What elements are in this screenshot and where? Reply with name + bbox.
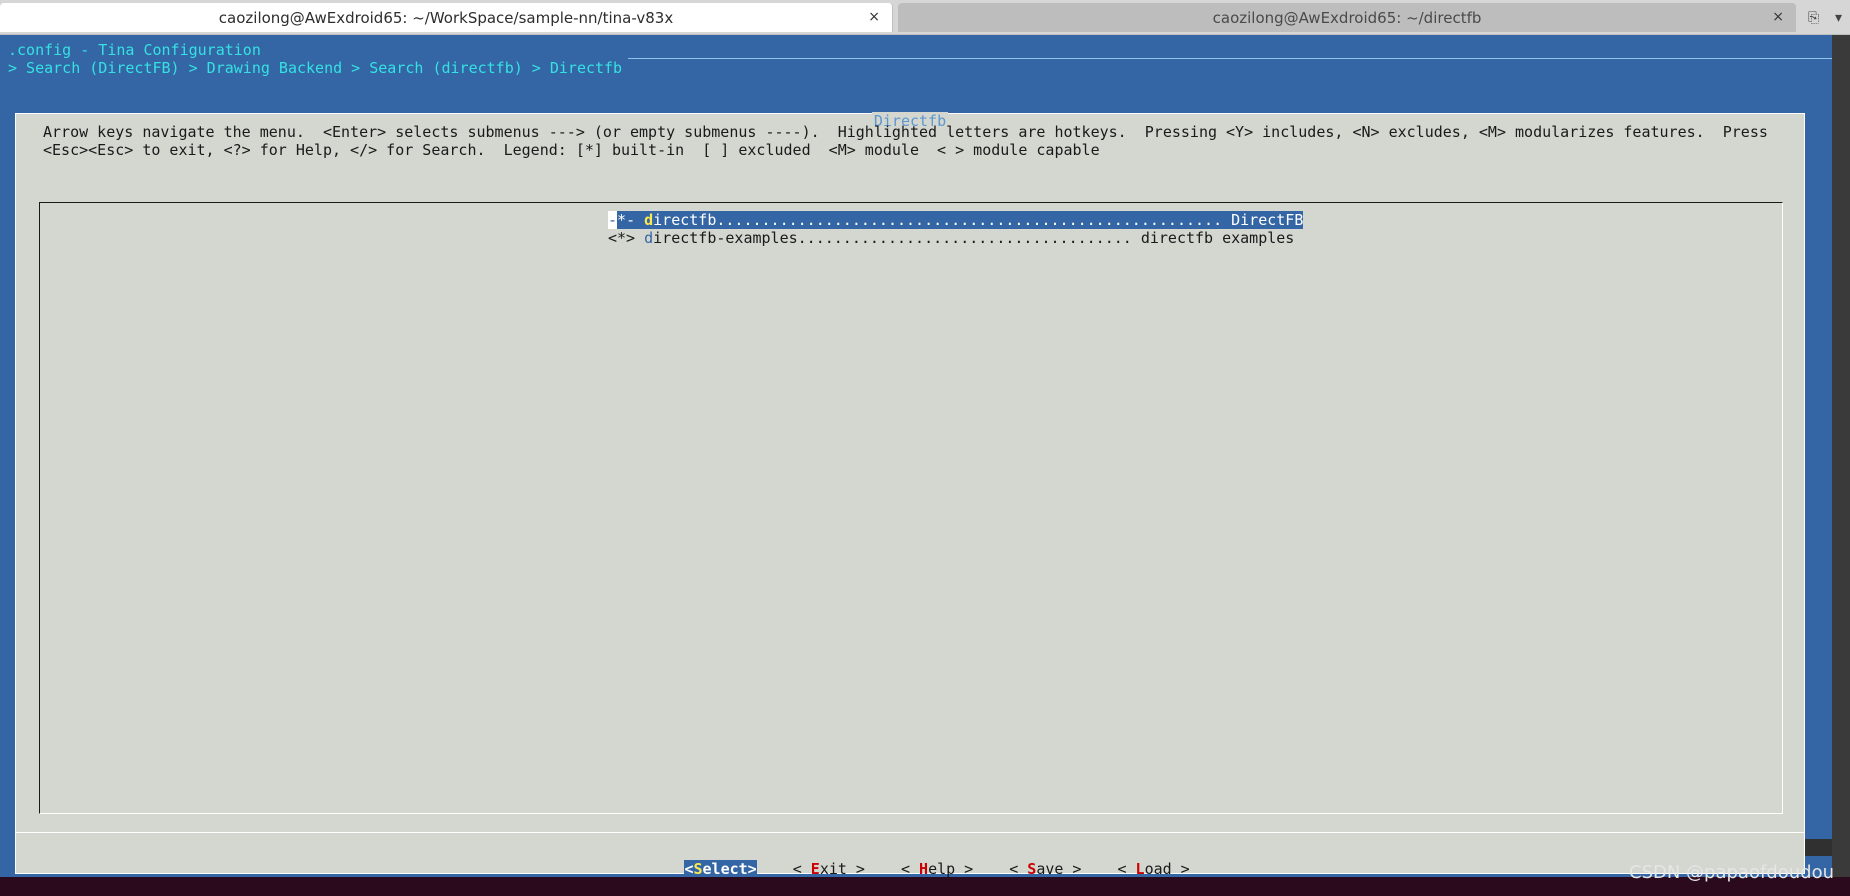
help-text-line-2: <Esc><Esc> to exit, <?> for Help, </> fo… [43,141,1100,159]
breadcrumb: > Search (DirectFB) > Drawing Backend > … [8,59,623,77]
chevron-down-icon[interactable]: ▾ [1835,10,1842,26]
help-button[interactable]: < Help > [901,860,973,878]
item-marker: * [617,211,627,229]
load-button[interactable]: < Load > [1117,860,1189,878]
menu-list: -*- directfb............................… [39,202,1783,814]
close-icon[interactable]: × [1772,9,1784,25]
terminal[interactable]: .config - Tina Configuration > Search (D… [0,35,1832,878]
menuconfig-dialog: Directfb Arrow keys navigate the menu. <… [15,112,1805,878]
tab-tools: ⎘ ▾ [1800,5,1850,31]
item-marker: <*> [608,229,645,247]
tab-title: caozilong@AwExdroid65: ~/WorkSpace/sampl… [218,8,674,27]
button-row: <Select> < Exit > < Help > < Save > < Load > [16,842,1804,878]
close-icon[interactable]: × [868,9,880,25]
item-label: irectfb-examples........................… [653,229,1295,247]
item-label: irectfb.................................… [653,211,1304,229]
terminal-scrollbar[interactable] [1832,35,1850,877]
tab-directfb[interactable]: caozilong@AwExdroid65: ~/directfb × [898,3,1796,32]
item-hotkey: d [644,229,654,247]
desktop-strip [0,877,1850,895]
select-button[interactable]: <Select> [684,860,757,878]
config-title: .config - Tina Configuration [8,41,261,59]
item-marker: - [608,211,618,229]
menu-item-directfb[interactable]: -*- directfb............................… [608,211,1304,229]
tab-bar: caozilong@AwExdroid65: ~/WorkSpace/sampl… [0,0,1850,35]
button-separator [16,832,1804,833]
item-hotkey: d [644,211,654,229]
watermark: CSDN @papaofdoudou [1629,862,1834,883]
exit-button[interactable]: < Exit > [793,860,865,878]
tab-title: caozilong@AwExdroid65: ~/directfb [1212,8,1482,27]
tab-tina-v83x[interactable]: caozilong@AwExdroid65: ~/WorkSpace/sampl… [0,3,893,32]
help-text-line-1: Arrow keys navigate the menu. <Enter> se… [43,123,1768,141]
breadcrumb-rule [628,58,1832,59]
new-tab-icon[interactable]: ⎘ [1808,10,1819,26]
menu-item-directfb-examples[interactable]: <*> directfb-examples...................… [608,229,1294,247]
save-button[interactable]: < Save > [1009,860,1081,878]
item-marker: - [626,211,645,229]
